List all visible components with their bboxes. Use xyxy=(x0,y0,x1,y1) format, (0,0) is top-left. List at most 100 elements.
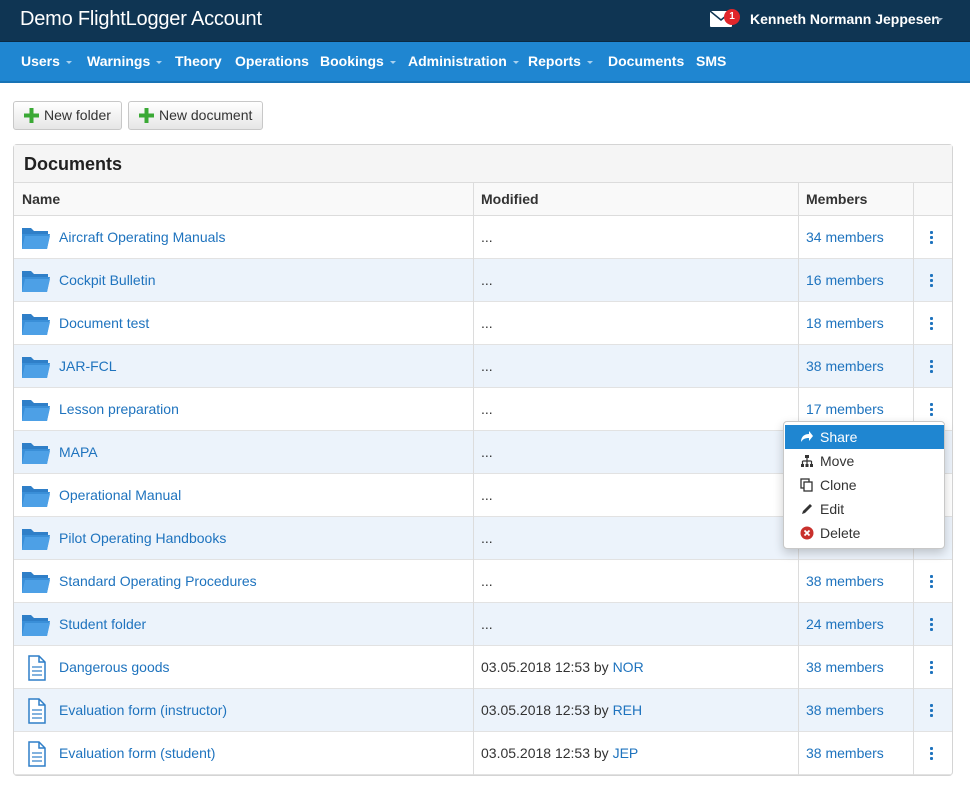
caret-down-icon xyxy=(389,60,396,64)
menu-item-clone[interactable]: Clone xyxy=(785,473,944,497)
row-name-link[interactable]: Cockpit Bulletin xyxy=(59,259,156,302)
table-row[interactable]: JAR-FCL... 38 members xyxy=(14,345,952,388)
panel-title: Documents xyxy=(14,145,952,183)
row-name-link[interactable]: Evaluation form (student) xyxy=(59,732,215,775)
row-members-link[interactable]: 16 members xyxy=(806,259,884,302)
row-modified-by-link[interactable]: NOR xyxy=(613,659,644,675)
nav-item-bookings[interactable]: Bookings xyxy=(320,53,396,69)
column-name[interactable]: Name xyxy=(14,183,60,216)
row-name-link[interactable]: Dangerous goods xyxy=(59,646,170,689)
table-row[interactable]: Evaluation form (instructor) 03.05.2018 1… xyxy=(14,689,952,732)
row-members-link[interactable]: 38 members xyxy=(806,689,884,732)
nav-item-sms[interactable]: SMS xyxy=(696,53,726,69)
row-name-link[interactable]: Lesson preparation xyxy=(59,388,179,431)
nav-item-reports[interactable]: Reports xyxy=(528,53,593,69)
row-name-link[interactable]: Standard Operating Procedures xyxy=(59,560,257,603)
row-actions-icon[interactable] xyxy=(929,360,935,374)
row-actions-icon[interactable] xyxy=(929,231,935,245)
column-divider xyxy=(473,183,474,775)
nav-item-documents[interactable]: Documents xyxy=(608,53,684,69)
row-modified: 03.05.2018 12:53 by NOR xyxy=(481,646,644,689)
row-modified-text: ... xyxy=(481,272,493,288)
row-members-link[interactable]: 24 members xyxy=(806,603,884,646)
table-row[interactable]: Student folder... 24 members xyxy=(14,603,952,646)
nav-item-warnings[interactable]: Warnings xyxy=(87,53,163,69)
row-context-menu: Share Move Clone Edit Delete xyxy=(783,421,945,549)
row-members-link[interactable]: 38 members xyxy=(806,560,884,603)
row-actions-icon[interactable] xyxy=(929,704,935,718)
row-name-link[interactable]: Student folder xyxy=(59,603,146,646)
row-name-link[interactable]: MAPA xyxy=(59,431,98,474)
row-actions-icon[interactable] xyxy=(929,317,935,331)
menu-item-share[interactable]: Share xyxy=(785,425,944,449)
table-header: Name Modified Members xyxy=(14,183,952,216)
row-members-link[interactable]: 18 members xyxy=(806,302,884,345)
row-members-link[interactable]: 38 members xyxy=(806,732,884,775)
table-row[interactable]: Evaluation form (student) 03.05.2018 12:5… xyxy=(14,732,952,775)
row-modified: ... xyxy=(481,431,493,474)
row-actions-icon[interactable] xyxy=(929,274,935,288)
column-members[interactable]: Members xyxy=(798,183,867,216)
row-actions-icon[interactable] xyxy=(929,575,935,589)
table-row[interactable]: Standard Operating Procedures... 38 membe… xyxy=(14,560,952,603)
row-members-link[interactable]: 34 members xyxy=(806,216,884,259)
row-modified: ... xyxy=(481,259,493,302)
row-modified: ... xyxy=(481,345,493,388)
row-members-link[interactable]: 38 members xyxy=(806,345,884,388)
nav-item-users[interactable]: Users xyxy=(21,53,72,69)
row-name-link[interactable]: Pilot Operating Handbooks xyxy=(59,517,226,560)
menu-item-label: Move xyxy=(820,453,855,469)
menu-item-label: Share xyxy=(820,429,858,445)
menu-item-edit[interactable]: Edit xyxy=(785,497,944,521)
table-row[interactable]: Cockpit Bulletin... 16 members xyxy=(14,259,952,302)
plus-icon xyxy=(139,108,154,123)
row-modified-text: ... xyxy=(481,401,493,417)
nav-item-label: SMS xyxy=(696,53,727,69)
row-modified: 03.05.2018 12:53 by REH xyxy=(481,689,642,732)
row-name-link[interactable]: Evaluation form (instructor) xyxy=(59,689,227,732)
menu-item-label: Delete xyxy=(820,525,861,541)
row-actions-icon[interactable] xyxy=(929,661,935,675)
new-folder-button[interactable]: New folder xyxy=(13,101,122,130)
new-folder-label: New folder xyxy=(44,107,111,123)
row-modified: 03.05.2018 12:53 by JEP xyxy=(481,732,638,775)
table-row[interactable]: Document test... 18 members xyxy=(14,302,952,345)
top-bar: Demo FlightLogger Account 1 Kenneth Norm… xyxy=(0,0,970,42)
row-modified-by-link[interactable]: JEP xyxy=(613,745,639,761)
menu-item-label: Edit xyxy=(820,501,845,517)
row-name-link[interactable]: Document test xyxy=(59,302,149,345)
nav-item-operations[interactable]: Operations xyxy=(235,53,309,69)
nav-item-label: Users xyxy=(21,53,60,69)
caret-down-icon xyxy=(512,60,519,64)
table-row[interactable]: Dangerous goods 03.05.2018 12:53 by NOR 38… xyxy=(14,646,952,689)
row-modified-text: ... xyxy=(481,315,493,331)
row-members-link[interactable]: 38 members xyxy=(806,646,884,689)
row-modified: ... xyxy=(481,216,493,259)
menu-item-label: Clone xyxy=(820,477,857,493)
nav-item-theory[interactable]: Theory xyxy=(175,53,222,69)
row-actions-icon[interactable] xyxy=(929,747,935,761)
nav-item-label: Operations xyxy=(235,53,309,69)
row-actions-icon[interactable] xyxy=(929,403,935,417)
chevron-down-icon xyxy=(935,18,943,22)
menu-item-move[interactable]: Move xyxy=(785,449,944,473)
row-modified: ... xyxy=(481,474,493,517)
new-document-button[interactable]: New document xyxy=(128,101,264,130)
row-name-link[interactable]: Operational Manual xyxy=(59,474,181,517)
row-name-link[interactable]: JAR-FCL xyxy=(59,345,117,388)
user-menu[interactable]: Kenneth Normann Jeppesen xyxy=(750,11,940,27)
table-row[interactable]: Aircraft Operating Manuals... 34 members xyxy=(14,216,952,259)
mail-count-badge: 1 xyxy=(724,9,740,25)
app-title[interactable]: Demo FlightLogger Account xyxy=(20,8,262,31)
nav-item-administration[interactable]: Administration xyxy=(408,53,519,69)
row-modified-by-link[interactable]: REH xyxy=(613,702,643,718)
row-modified: ... xyxy=(481,603,493,646)
row-actions-icon[interactable] xyxy=(929,618,935,632)
row-modified-text: 03.05.2018 12:53 by xyxy=(481,702,613,718)
caret-down-icon xyxy=(156,60,163,64)
row-name-link[interactable]: Aircraft Operating Manuals xyxy=(59,216,226,259)
menu-item-delete[interactable]: Delete xyxy=(785,521,944,545)
row-modified-text: ... xyxy=(481,358,493,374)
nav-item-label: Theory xyxy=(175,53,222,69)
column-modified[interactable]: Modified xyxy=(473,183,539,216)
